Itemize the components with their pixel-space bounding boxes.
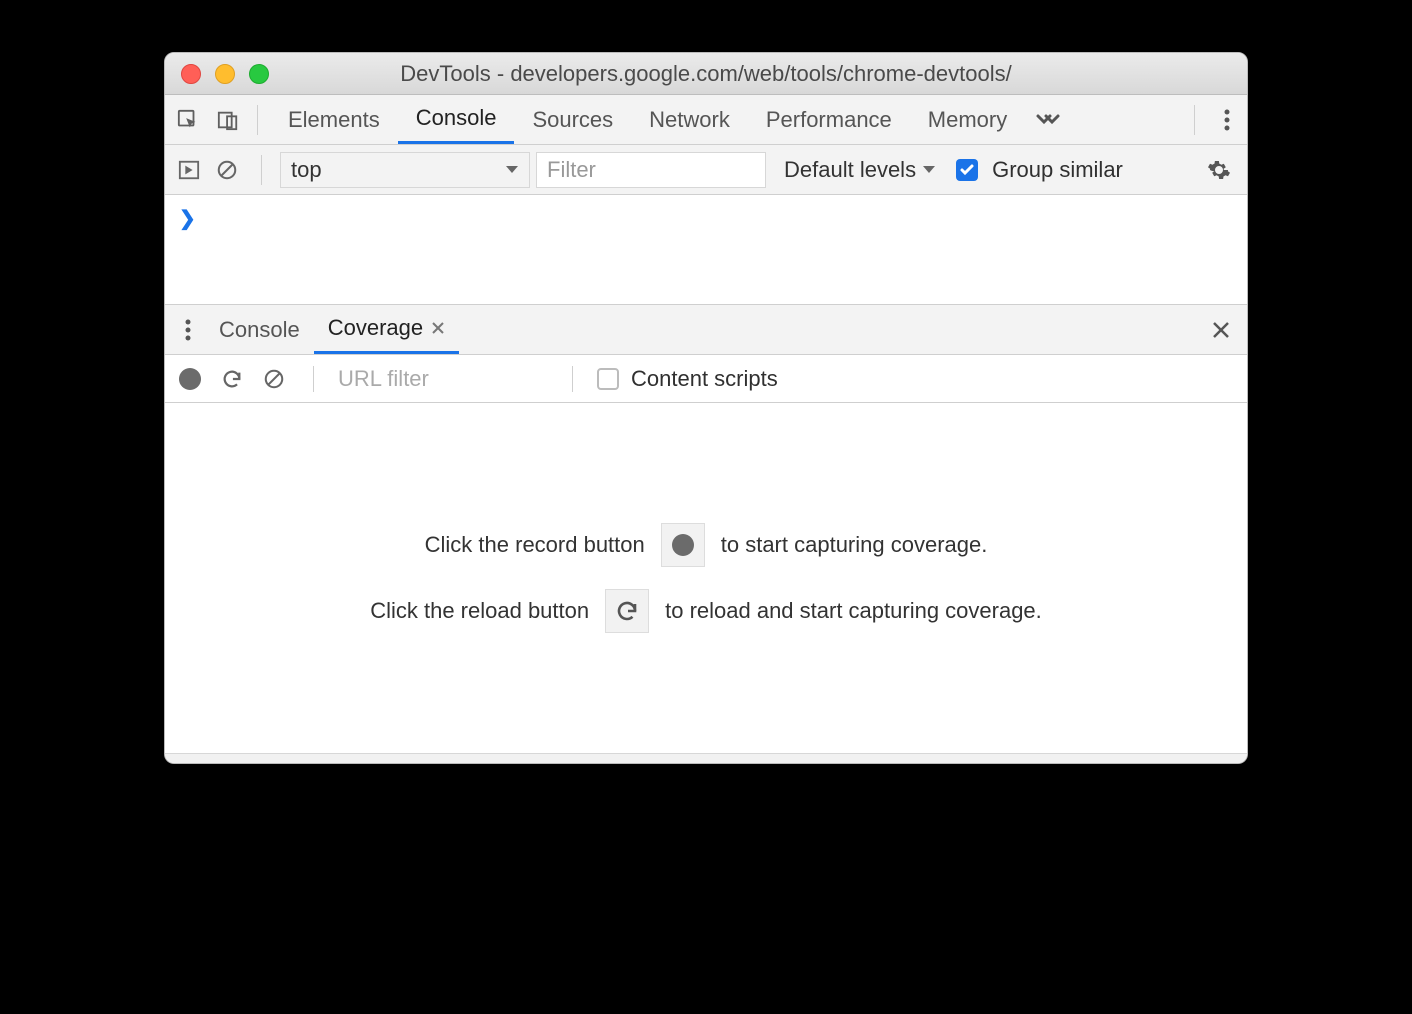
console-settings-icon[interactable]: [1207, 158, 1239, 182]
window-title: DevTools - developers.google.com/web/too…: [165, 61, 1247, 87]
window-titlebar: DevTools - developers.google.com/web/too…: [165, 53, 1247, 95]
divider: [1194, 105, 1195, 135]
hint-record-button[interactable]: [661, 523, 705, 567]
more-tabs-button[interactable]: [1025, 110, 1071, 130]
group-similar-label: Group similar: [992, 157, 1123, 183]
minimize-window-button[interactable]: [215, 64, 235, 84]
record-button[interactable]: [175, 364, 205, 394]
coverage-empty-state: Click the record button to start capturi…: [165, 403, 1247, 753]
clear-console-icon[interactable]: [211, 154, 243, 186]
levels-label: Default levels: [784, 157, 916, 183]
console-prompt-icon: ❯: [179, 208, 196, 230]
divider: [572, 366, 573, 392]
dropdown-triangle-icon: [505, 165, 519, 175]
url-filter-input[interactable]: [338, 366, 548, 392]
hint-text: to reload and start capturing coverage.: [665, 598, 1042, 624]
console-filter-input[interactable]: [536, 152, 766, 188]
drawer-tab-label: Console: [219, 317, 300, 343]
traffic-lights: [165, 64, 269, 84]
divider: [257, 105, 258, 135]
log-levels-selector[interactable]: Default levels: [784, 157, 936, 183]
coverage-toolbar: Content scripts: [165, 355, 1247, 403]
main-menu-button[interactable]: [1207, 109, 1247, 131]
show-console-sidebar-icon[interactable]: [173, 154, 205, 186]
tab-memory[interactable]: Memory: [910, 95, 1025, 144]
drawer-tab-bar: Console Coverage: [165, 305, 1247, 355]
hint-text: Click the record button: [425, 532, 645, 558]
execution-context-selector[interactable]: top: [280, 152, 530, 188]
dropdown-triangle-icon: [922, 165, 936, 175]
console-output-area[interactable]: ❯: [165, 195, 1247, 305]
close-drawer-button[interactable]: [1211, 320, 1241, 340]
devtools-window: DevTools - developers.google.com/web/too…: [164, 52, 1248, 764]
context-value: top: [291, 157, 322, 183]
content-scripts-checkbox[interactable]: [597, 368, 619, 390]
hint-text: to start capturing coverage.: [721, 532, 988, 558]
close-tab-icon[interactable]: [431, 321, 445, 335]
tab-performance[interactable]: Performance: [748, 95, 910, 144]
device-toolbar-icon[interactable]: [211, 103, 245, 137]
hint-text: Click the reload button: [370, 598, 589, 624]
tab-sources[interactable]: Sources: [514, 95, 631, 144]
hint-row-record: Click the record button to start capturi…: [425, 523, 988, 567]
reload-button[interactable]: [217, 364, 247, 394]
drawer-tab-label: Coverage: [328, 315, 423, 341]
hint-row-reload: Click the reload button to reload and st…: [370, 589, 1042, 633]
drawer-tab-coverage[interactable]: Coverage: [314, 305, 459, 354]
maximize-window-button[interactable]: [249, 64, 269, 84]
divider: [313, 366, 314, 392]
footer-bar: [165, 753, 1247, 763]
close-window-button[interactable]: [181, 64, 201, 84]
content-scripts-label: Content scripts: [631, 366, 778, 392]
clear-coverage-icon[interactable]: [259, 364, 289, 394]
record-icon: [672, 534, 694, 556]
drawer-tab-console[interactable]: Console: [205, 305, 314, 354]
group-similar-checkbox[interactable]: [956, 159, 978, 181]
record-icon: [179, 368, 201, 390]
tab-elements[interactable]: Elements: [270, 95, 398, 144]
tab-console[interactable]: Console: [398, 95, 515, 144]
drawer-menu-button[interactable]: [171, 319, 205, 341]
divider: [261, 155, 262, 185]
tab-network[interactable]: Network: [631, 95, 748, 144]
hint-reload-button[interactable]: [605, 589, 649, 633]
console-toolbar: top Default levels Group similar: [165, 145, 1247, 195]
main-tab-bar: Elements Console Sources Network Perform…: [165, 95, 1247, 145]
inspect-element-icon[interactable]: [171, 103, 205, 137]
reload-icon: [615, 599, 639, 623]
